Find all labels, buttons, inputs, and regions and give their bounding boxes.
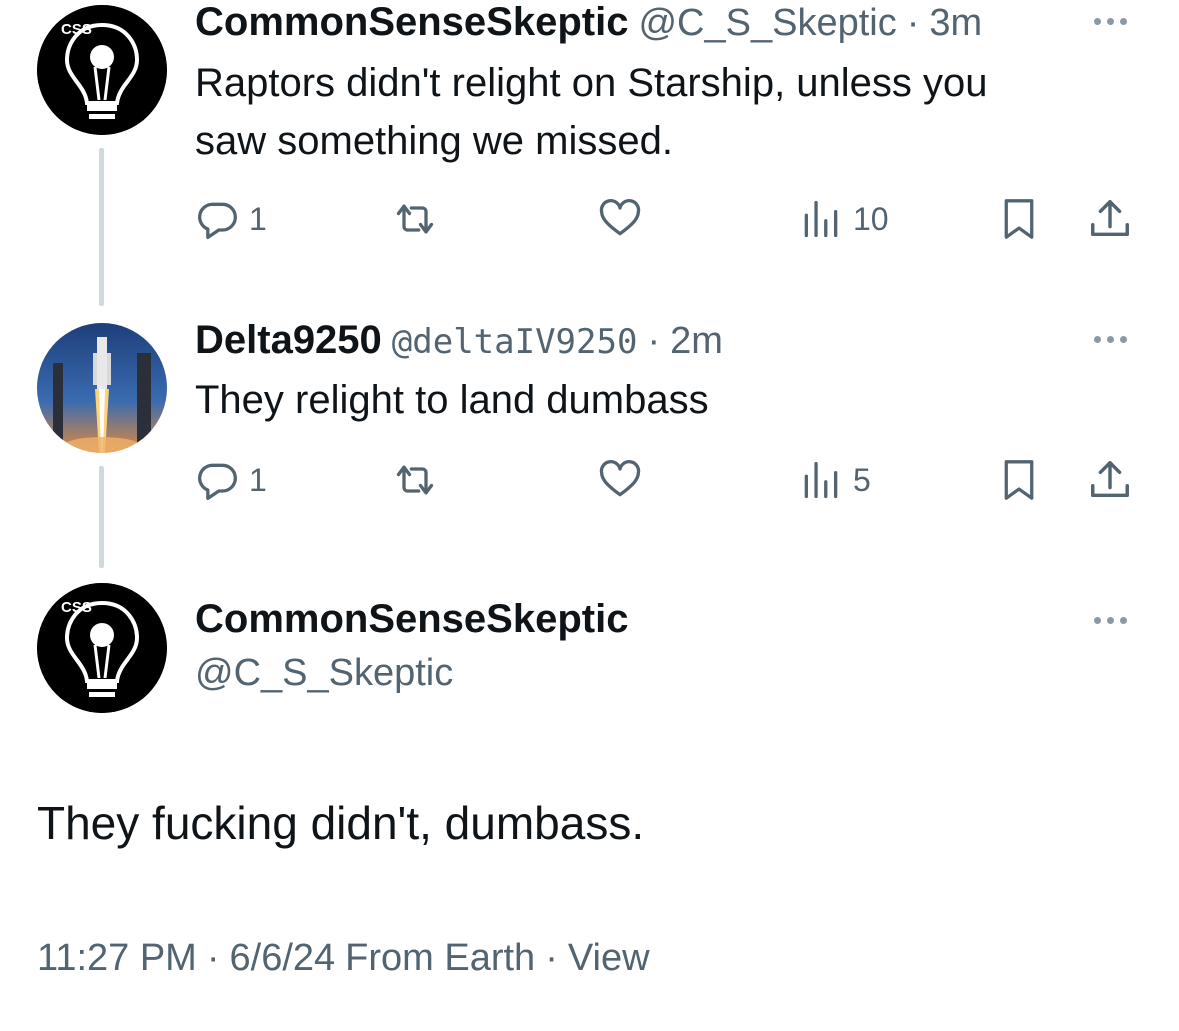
tweet-text-line: Raptors didn't relight on Starship, unle… (195, 61, 988, 105)
views-button[interactable]: 10 (799, 197, 889, 241)
avatar[interactable]: CSS (37, 5, 167, 135)
tweet-time[interactable]: 11:27 PM (37, 937, 197, 980)
share-icon (1091, 461, 1129, 498)
tweet-source: From Earth (345, 937, 536, 979)
view-count: 5 (853, 461, 871, 498)
separator: · (906, 2, 920, 44)
tweet-header: CommonSenseSkeptic @C_S_Skeptic · 3m (195, 0, 982, 45)
separator: · (647, 320, 661, 362)
tweet-header: Delta9250 @deltaIV9250 · 2m (195, 318, 723, 363)
like-button[interactable] (597, 458, 643, 502)
reply-button[interactable]: 1 (195, 197, 267, 241)
display-name[interactable]: Delta9250 (195, 318, 382, 363)
bookmark-icon (1004, 199, 1034, 239)
lightbulb-logo-icon (37, 5, 167, 135)
views-button[interactable]: 5 (799, 458, 871, 502)
tweet-text: Raptors didn't relight on Starship, unle… (195, 54, 1155, 170)
bookmark-button[interactable] (999, 197, 1039, 241)
separator: · (545, 937, 558, 979)
display-name[interactable]: CommonSenseSkeptic (195, 0, 628, 45)
display-name[interactable]: CommonSenseSkeptic (195, 597, 628, 642)
like-icon (599, 198, 641, 236)
tweet-text-line: saw something we missed. (195, 119, 673, 163)
share-icon (1091, 200, 1129, 237)
retweet-button[interactable] (391, 458, 439, 502)
like-icon (599, 459, 641, 497)
reply-count: 1 (249, 200, 267, 237)
timestamp[interactable]: 2m (670, 320, 723, 363)
lightbulb-logo-icon (37, 583, 167, 713)
like-button[interactable] (597, 197, 643, 241)
tweet-text: They fucking didn't, dumbass. (37, 797, 645, 849)
share-button[interactable] (1087, 196, 1133, 242)
views-icon (804, 461, 838, 499)
reply-button[interactable]: 1 (195, 458, 267, 502)
avatar-logo-text: CSS (61, 21, 92, 38)
retweet-icon (396, 465, 434, 495)
retweet-button[interactable] (391, 197, 439, 241)
views-icon (804, 200, 838, 238)
reply-count: 1 (249, 461, 267, 498)
tweet-date[interactable]: 6/6/24 (230, 937, 336, 980)
share-button[interactable] (1087, 457, 1133, 503)
bookmark-icon (1004, 460, 1034, 500)
bookmark-button[interactable] (999, 458, 1039, 502)
handle[interactable]: @C_S_Skeptic (195, 652, 453, 695)
view-count: 10 (853, 200, 889, 237)
tweet-footer: 11:27 PM · 6/6/24 From Earth · View (37, 937, 650, 980)
tweet-text: They relight to land dumbass (195, 378, 709, 422)
rocket-launch-photo (37, 323, 167, 453)
avatar[interactable] (37, 323, 167, 453)
handle[interactable]: @C_S_Skeptic (638, 2, 896, 45)
view-link[interactable]: View (568, 937, 650, 980)
thread-connector (99, 466, 104, 568)
more-icon[interactable] (1094, 617, 1127, 624)
more-icon[interactable] (1094, 18, 1127, 25)
reply-icon (198, 202, 237, 239)
retweet-icon (396, 204, 434, 234)
avatar-logo-text: CSS (61, 599, 92, 616)
reply-icon (198, 463, 237, 500)
handle[interactable]: @deltaIV9250 (392, 322, 638, 362)
thread-connector (99, 148, 104, 306)
timestamp[interactable]: 3m (929, 2, 982, 45)
separator: · (206, 937, 220, 979)
more-icon[interactable] (1094, 336, 1127, 343)
avatar[interactable]: CSS (37, 583, 167, 713)
